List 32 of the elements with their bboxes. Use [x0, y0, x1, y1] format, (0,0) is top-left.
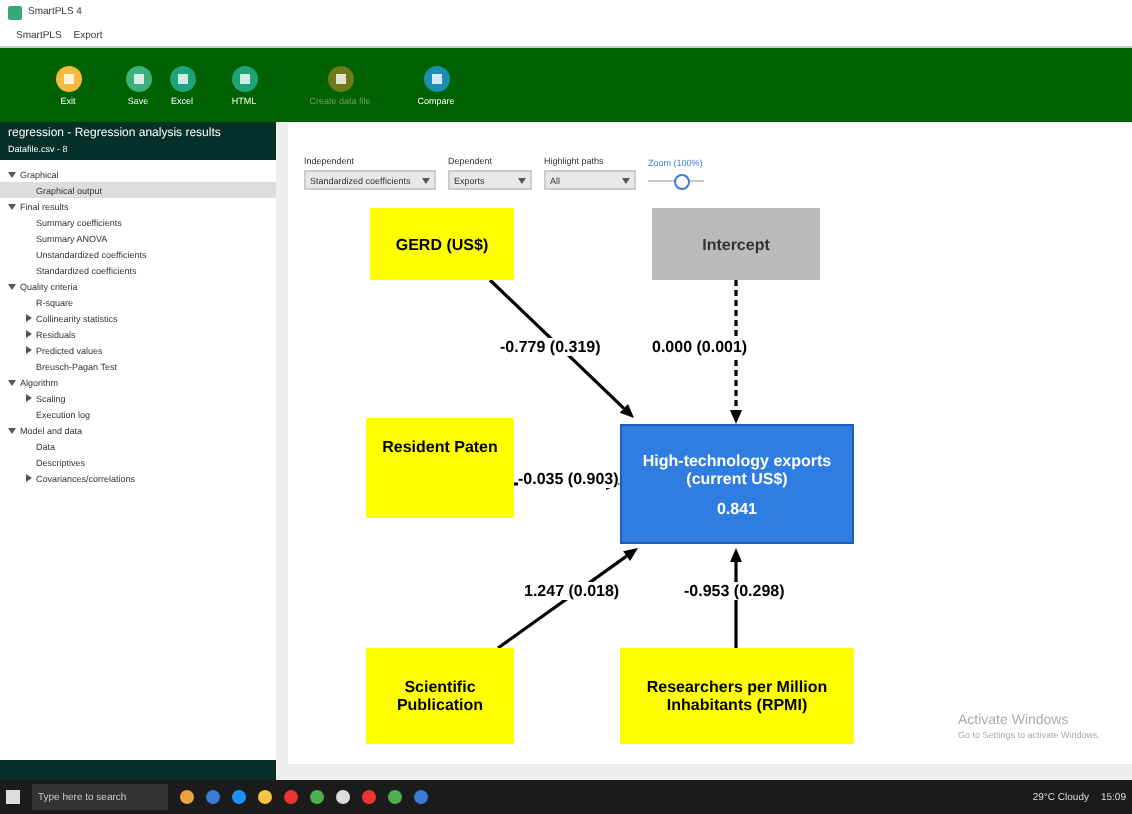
diagram-node: Resident Paten [366, 418, 514, 518]
caret-icon[interactable] [24, 394, 32, 402]
dropdown-caret-icon[interactable] [622, 177, 630, 183]
caret-icon[interactable] [8, 378, 16, 386]
caret-icon[interactable] [8, 282, 16, 290]
start-icon[interactable] [6, 790, 20, 804]
diagram-node: Researchers per Million Inhabitants (RPMI) [620, 648, 854, 744]
diagram-node: Intercept [652, 208, 820, 280]
caret-icon[interactable] [8, 202, 16, 210]
caret-icon[interactable] [8, 426, 16, 434]
diagram-node: GERD (US$) [370, 208, 514, 280]
compare-icon [423, 65, 449, 91]
diagram-node: Scientific Publication [366, 648, 514, 744]
exit-icon [55, 65, 81, 91]
dropdown-caret-icon[interactable] [422, 177, 430, 183]
caret-icon[interactable] [24, 474, 32, 482]
excel-icon [169, 65, 195, 91]
path-coefficient: 0.000 (0.001) [652, 338, 748, 356]
html-icon [231, 65, 257, 91]
path-coefficient: -0.779 (0.319) [500, 338, 601, 356]
save-icon [125, 65, 151, 91]
path-coefficient: 1.247 (0.018) [524, 582, 620, 600]
diagram-node: High-technology exports (current US$) 0.841 [620, 424, 854, 544]
data-icon [327, 65, 353, 91]
dropdown-caret-icon[interactable] [518, 177, 526, 183]
path-coefficient: -0.953 (0.298) [684, 582, 785, 600]
caret-icon[interactable] [24, 314, 32, 322]
caret-icon[interactable] [24, 346, 32, 354]
caret-icon[interactable] [8, 170, 16, 178]
app-icon [8, 5, 22, 19]
caret-icon[interactable] [24, 330, 32, 338]
path-coefficient: -0.035 (0.903) [518, 470, 619, 488]
